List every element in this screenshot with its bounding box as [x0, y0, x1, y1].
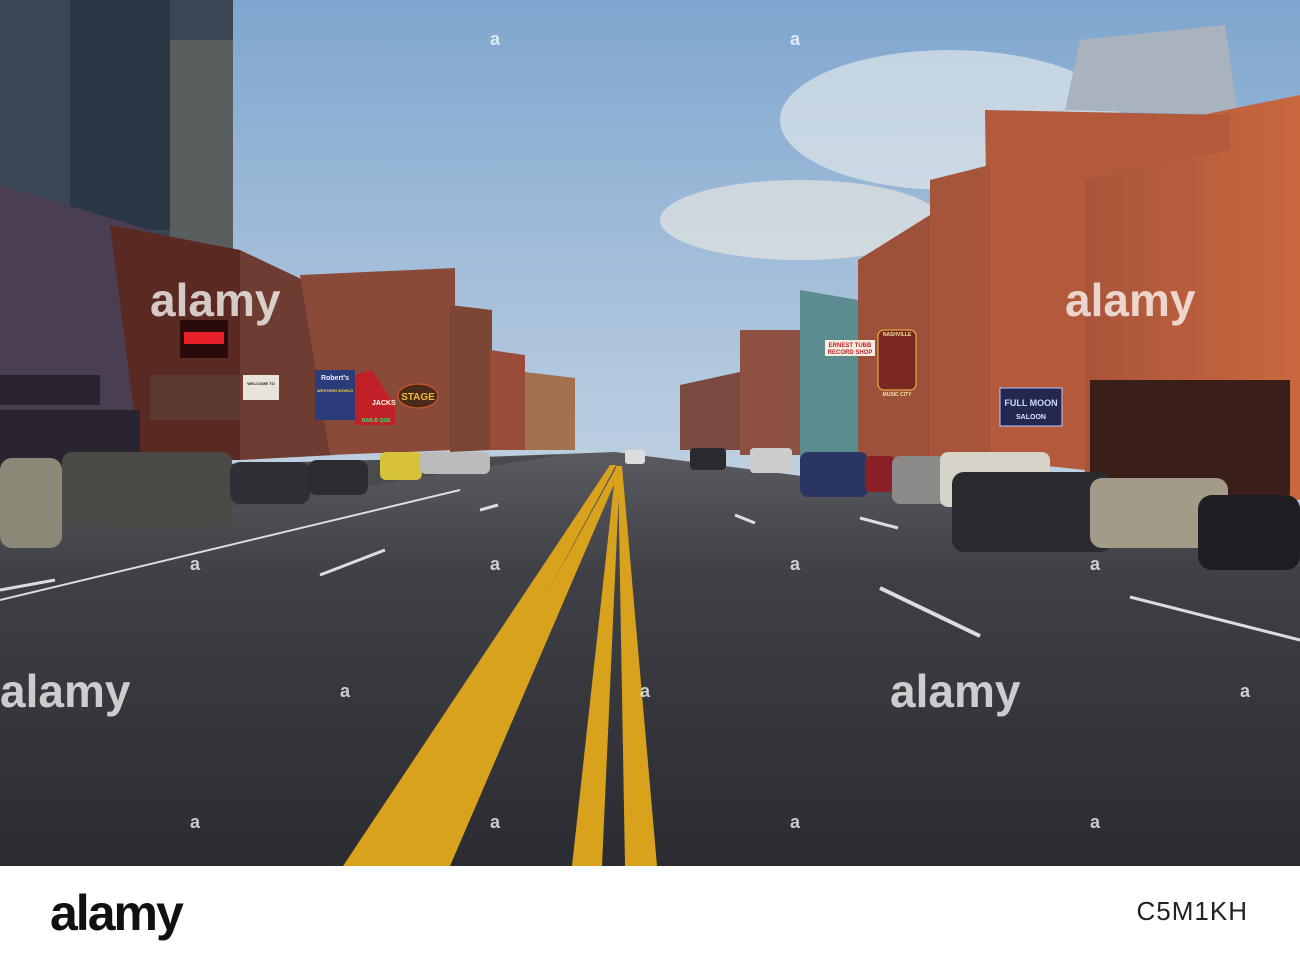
watermark-mark: a [490, 554, 501, 574]
watermark-mark: a [490, 812, 501, 832]
watermark-mark: a [790, 29, 801, 49]
watermark-text: alamy [150, 274, 281, 326]
watermark-text: alamy [1065, 274, 1196, 326]
watermark-mark: a [190, 812, 201, 832]
watermark-mark: a [340, 681, 351, 701]
alamy-logo: alamy [50, 885, 184, 941]
watermark-mark: a [790, 812, 801, 832]
sign-welcome: WELCOME TO [247, 381, 274, 386]
footer-bar: alamy C5M1KH [0, 866, 1300, 956]
sign-bar-b-que: BAR-B-QUE [362, 418, 391, 424]
sign-jacks: JACKS [372, 400, 396, 407]
sign-roberts: Robert's [321, 375, 349, 382]
watermark-mark: a [490, 29, 501, 49]
watermark-mark: a [1240, 681, 1251, 701]
watermark-mark: a [190, 554, 201, 574]
watermark-text: alamy [890, 665, 1021, 717]
sign-music-city: MUSIC CITY [883, 392, 913, 398]
photo-frame: ERNEST TUBB RECORD SHOP NASHVILLE MUSIC … [0, 0, 1300, 956]
sign-ernest-tubb: ERNEST TUBB [829, 343, 872, 349]
watermark-mark: a [1090, 554, 1101, 574]
sign-stage: STAGE [401, 392, 435, 403]
watermark-text: alamy [0, 665, 131, 717]
watermark-mark: a [790, 554, 801, 574]
sign-nashville: NASHVILLE [883, 332, 912, 338]
watermark-mark: a [1090, 812, 1101, 832]
sign-western-world: WESTERN WORLD [317, 388, 353, 393]
image-id: C5M1KH [1136, 896, 1248, 926]
sign-full-moon: FULL MOON [1004, 398, 1057, 408]
watermark-mark: a [640, 681, 651, 701]
sign-record-shop: RECORD SHOP [828, 350, 873, 356]
street-photo: ERNEST TUBB RECORD SHOP NASHVILLE MUSIC … [0, 0, 1300, 866]
sign-saloon: SALOON [1016, 414, 1046, 421]
